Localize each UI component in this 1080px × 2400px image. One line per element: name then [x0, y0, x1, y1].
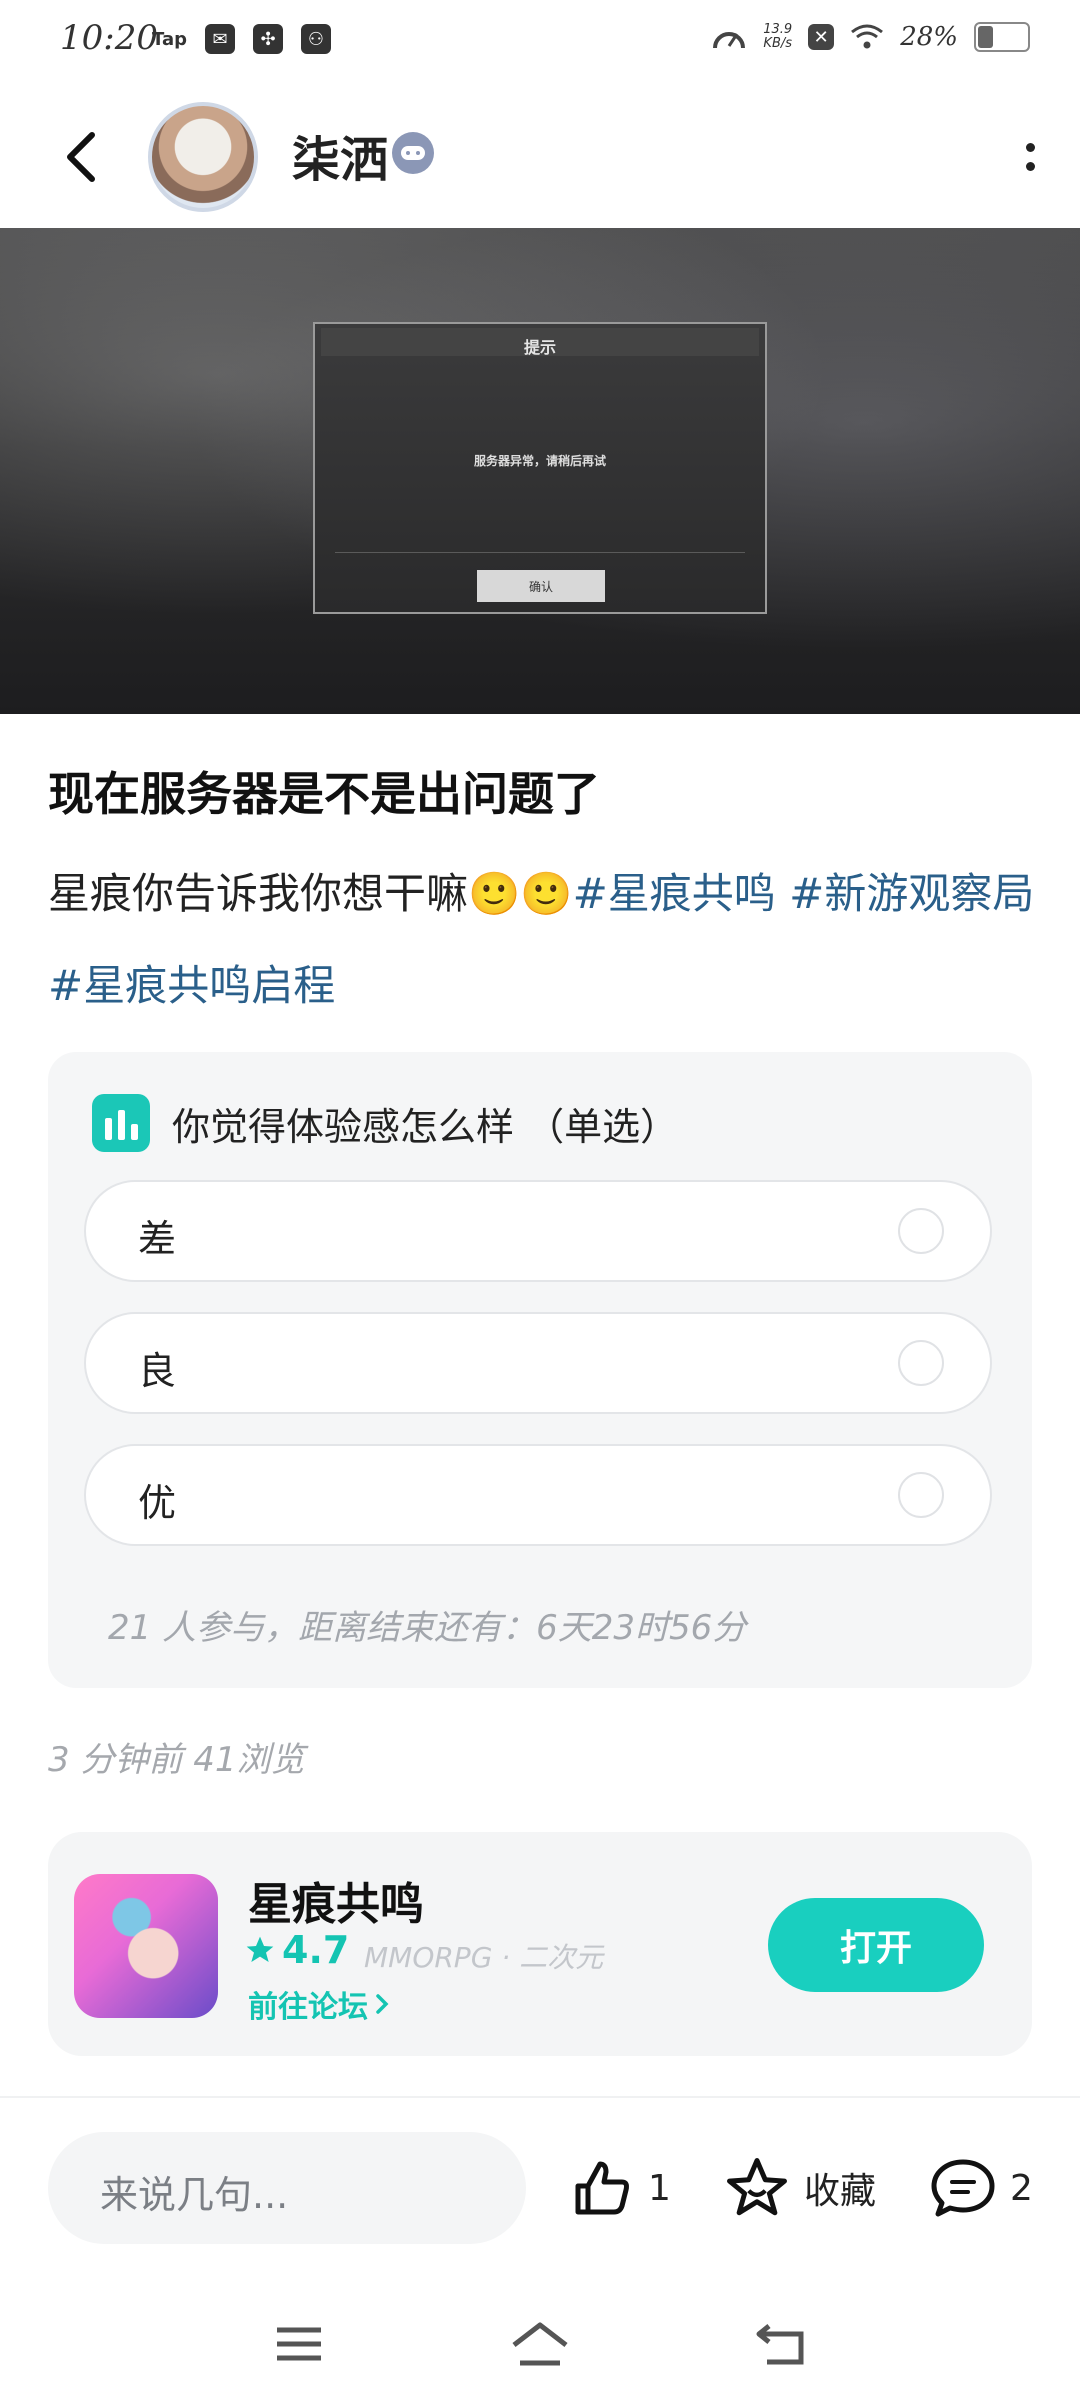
network-speed: 13.9 KB/s	[763, 23, 792, 51]
hashtag-link[interactable]: #星痕共鸣启程	[48, 961, 335, 1010]
back-button[interactable]	[52, 122, 112, 192]
comment-count: 2	[1010, 2167, 1033, 2209]
menu-icon	[277, 2327, 321, 2361]
more-dot	[1025, 162, 1035, 171]
dialog-title: 提示	[523, 338, 556, 357]
poll-status: 21 人参与，距离结束还有：6天23时56分	[108, 1608, 747, 1648]
comment-input[interactable]: 来说几句...	[48, 2132, 526, 2244]
game-rating: 4.7	[244, 1928, 349, 1972]
notification-icons: Tap ✉ ✣ ⚇	[152, 24, 331, 54]
dialog-confirm: 确认	[477, 570, 605, 602]
radio-button[interactable]	[898, 1472, 944, 1518]
username[interactable]: 柒洒	[292, 120, 388, 190]
return-icon	[756, 2324, 804, 2365]
divider	[0, 2096, 1080, 2098]
speech-bubble-icon	[931, 2159, 995, 2217]
radio-button[interactable]	[898, 1208, 944, 1254]
forum-link[interactable]: 前往论坛	[248, 1982, 390, 2026]
post-title: 现在服务器是不是出问题了	[48, 767, 600, 821]
poll-option-label: 优	[138, 1481, 177, 1525]
star-outline-icon	[727, 2158, 787, 2216]
favorite-label: 收藏	[804, 2171, 877, 2212]
network-speed-value: 13.9	[763, 22, 793, 37]
poll-option[interactable]: 差	[84, 1180, 992, 1282]
message-notification-icon: ✉	[205, 24, 235, 54]
thumbs-up-icon	[575, 2161, 629, 2215]
radio-button[interactable]	[898, 1340, 944, 1386]
comment-placeholder: 来说几句...	[100, 2173, 289, 2217]
favorite-button[interactable]: 收藏	[724, 2148, 876, 2228]
like-count: 1	[648, 2167, 671, 2209]
menu-nav-button[interactable]	[264, 2314, 334, 2374]
chevron-left-icon	[67, 132, 95, 182]
like-button[interactable]: 1	[570, 2148, 671, 2228]
poll-card: 你觉得体验感怎么样 （单选） 差 良 优 21 人参与，距离结束还有：6天23时…	[48, 1052, 1032, 1688]
open-game-button[interactable]: 打开	[768, 1898, 984, 1992]
post-body: 星痕你告诉我你想干嘛🙂🙂#星痕共鸣 #新游观察局 #星痕共鸣启程	[48, 848, 1038, 1032]
game-app-icon[interactable]	[74, 1874, 218, 2018]
avatar[interactable]	[148, 102, 258, 212]
status-bar: 10:20 Tap ✉ ✣ ⚇ 13.9 KB/s ✕ 28%	[0, 0, 1080, 80]
clock: 10:20	[60, 18, 158, 58]
post-meta: 3 分钟前 41浏览	[48, 1740, 305, 1780]
poll-option-label: 差	[138, 1217, 177, 1261]
home-icon	[512, 2322, 568, 2366]
battery-percent: 28%	[900, 22, 958, 52]
back-nav-button[interactable]	[746, 2314, 816, 2374]
battery-icon	[974, 22, 1030, 52]
post-body-text: 星痕你告诉我你想干嘛🙂🙂	[48, 869, 573, 918]
game-name: 星痕共鸣	[248, 1879, 424, 1930]
comment-button[interactable]: 2	[930, 2148, 1033, 2228]
game-notification-icon: ⚇	[301, 24, 331, 54]
chevron-right-icon	[376, 1994, 389, 2014]
speedometer-icon	[713, 32, 746, 49]
poll-option-label: 良	[138, 1349, 177, 1393]
wifi-icon	[851, 24, 884, 49]
home-nav-button[interactable]	[505, 2314, 575, 2374]
star-icon	[246, 1936, 274, 1962]
post-image[interactable]: 提示 服务器异常，请稍后再试 确认	[0, 228, 1080, 714]
game-controller-badge-icon	[392, 132, 434, 174]
hashtag-link[interactable]: #星痕共鸣	[573, 869, 776, 918]
battery-fill	[978, 26, 993, 48]
game-genre: MMORPG · 二次元	[364, 1941, 604, 1974]
rating-value: 4.7	[282, 1928, 350, 1972]
more-options-button[interactable]	[1010, 132, 1050, 182]
dialog-message: 服务器异常，请稍后再试	[473, 454, 606, 468]
forum-link-label: 前往论坛	[248, 1990, 368, 2025]
more-dot	[1025, 143, 1035, 152]
system-navigation-bar	[0, 2290, 1080, 2400]
system-icons: 13.9 KB/s ✕ 28%	[711, 22, 1030, 52]
screenshot-dialog: 提示 服务器异常，请稍后再试 确认	[313, 322, 767, 614]
bar-chart-icon	[92, 1094, 150, 1152]
poll-option[interactable]: 优	[84, 1444, 992, 1546]
poll-option[interactable]: 良	[84, 1312, 992, 1414]
tap-notification-icon: Tap	[152, 28, 187, 50]
fan-notification-icon: ✣	[253, 24, 283, 54]
hashtag-link[interactable]: #新游观察局	[789, 869, 1034, 918]
dialog-divider	[335, 552, 745, 553]
post-header: 柒洒	[0, 80, 1080, 230]
poll-title: 你觉得体验感怎么样 （单选）	[172, 1105, 679, 1149]
no-sim-icon: ✕	[808, 24, 835, 50]
network-speed-unit: KB/s	[763, 36, 793, 51]
game-card[interactable]: 星痕共鸣 4.7 MMORPG · 二次元 前往论坛 打开	[48, 1832, 1032, 2056]
